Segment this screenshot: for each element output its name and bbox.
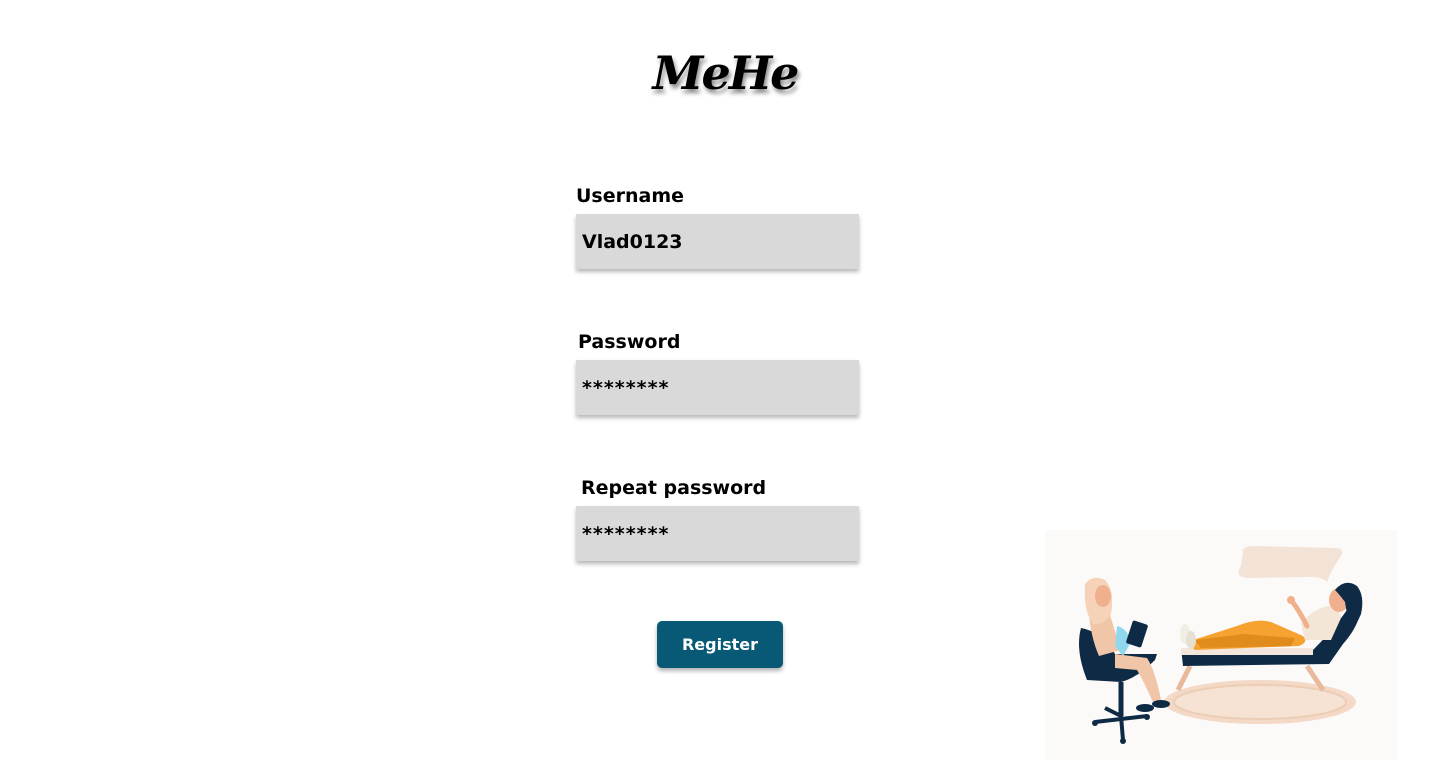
chair-wheel: [1120, 738, 1126, 744]
chair-wheel: [1092, 720, 1098, 726]
app-logo: MeHe: [652, 46, 800, 100]
repeat-password-input[interactable]: [576, 506, 859, 561]
therapy-session-illustration: [1045, 530, 1397, 760]
chair-wheel: [1144, 714, 1150, 720]
register-page: MeHe Username Password Repeat password R…: [0, 0, 1440, 781]
username-label: Username: [576, 185, 685, 207]
patient-hand: [1287, 596, 1295, 604]
speech-bubble-icon: [1238, 546, 1343, 582]
register-button[interactable]: Register: [657, 621, 783, 668]
chair-base: [1119, 715, 1125, 741]
password-input[interactable]: [576, 360, 859, 415]
repeat-password-label: Repeat password: [581, 477, 767, 499]
therapist-shoe: [1152, 700, 1170, 708]
therapist-head: [1095, 585, 1111, 607]
patient-foot: [1186, 631, 1196, 649]
username-input[interactable]: [576, 214, 859, 269]
password-label: Password: [578, 331, 681, 353]
therapist-shoe: [1136, 704, 1154, 712]
